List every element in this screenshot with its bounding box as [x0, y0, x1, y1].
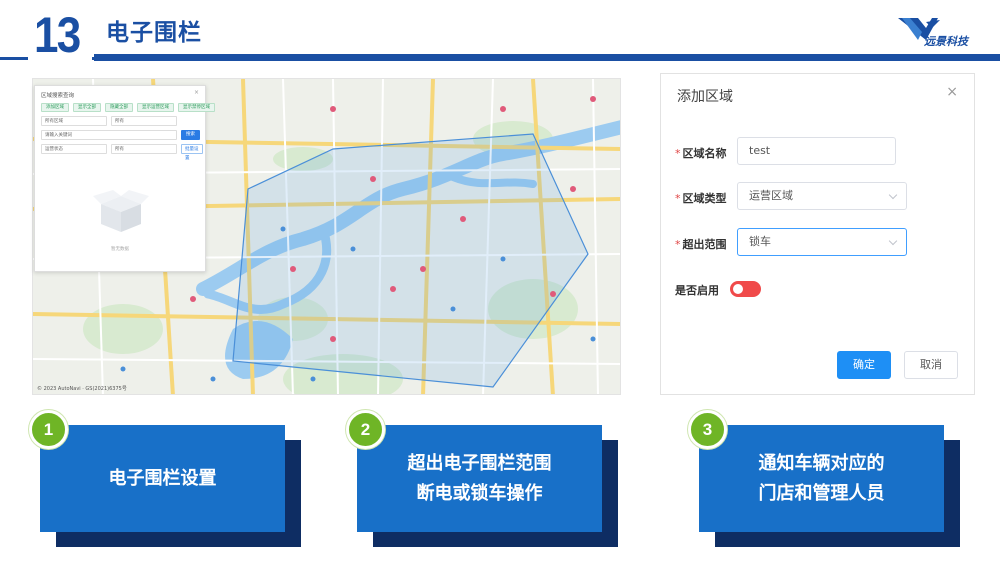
hide-all-button[interactable]: 隐藏全部 [105, 103, 133, 112]
section-number: 13 [34, 7, 81, 63]
show-operating-button[interactable]: 显示运营区域 [137, 103, 174, 112]
region-type-select[interactable]: 运营区域 [737, 182, 907, 210]
chevron-down-icon [888, 190, 898, 200]
map-attribution: © 2023 AutoNavi · GS(2021)6375号 [37, 386, 127, 392]
region-name-label: * 区域名称 [675, 147, 727, 160]
query-row-2: 运营状态 所有 批量设置 [41, 144, 203, 161]
status-value-select[interactable]: 所有 [111, 144, 177, 154]
search-button[interactable]: 搜索 [181, 130, 200, 140]
step-1-badge: 1 [29, 410, 68, 449]
dialog-title: 添加区域 [677, 89, 733, 105]
status-filter-select[interactable]: 运营状态 [41, 144, 107, 154]
chevron-down-icon [888, 236, 898, 246]
empty-state-text: 暂无数据 [111, 247, 129, 252]
show-all-button[interactable]: 显示全部 [73, 103, 101, 112]
query-row-1: 所有区域 所有 [41, 116, 177, 126]
batch-set-button[interactable]: 批量设置 [181, 144, 203, 161]
region-filter-select[interactable]: 所有区域 [41, 116, 107, 126]
out-of-range-value: 锁车 [749, 235, 771, 248]
step-2-card: 超出电子围栏范围 断电或锁车操作 [357, 425, 602, 532]
empty-box-icon [93, 190, 149, 232]
step-3-text: 通知车辆对应的 门店和管理人员 [758, 452, 885, 504]
confirm-button[interactable]: 确定 [837, 351, 891, 379]
region-type-value: 运营区域 [749, 189, 793, 202]
page-title: 电子围栏 [106, 20, 202, 46]
keyword-input[interactable]: 请输入关键词 [41, 130, 177, 140]
toggle-knob [733, 284, 743, 294]
step-3-card: 通知车辆对应的 门店和管理人员 [699, 425, 944, 532]
show-noparking-button[interactable]: 显示禁停区域 [178, 103, 215, 112]
add-region-button[interactable]: 添加区域 [41, 103, 69, 112]
close-icon[interactable]: × [946, 84, 958, 100]
query-row-keyword: 请输入关键词 搜索 [41, 130, 200, 140]
query-panel-title: 区域搜索查询 [41, 93, 75, 99]
out-of-range-select[interactable]: 锁车 [737, 228, 907, 256]
step-2-badge: 2 [346, 410, 385, 449]
out-of-range-label: * 超出范围 [675, 238, 727, 251]
cancel-button[interactable]: 取消 [904, 351, 958, 379]
query-panel-actions: 添加区域 显示全部 隐藏全部 显示运营区域 显示禁停区域 [41, 103, 215, 112]
logo-text: 远景科技 [924, 35, 968, 48]
region-type-label: * 区域类型 [675, 192, 727, 205]
add-region-dialog: 添加区域 × * 区域名称 test * 区域类型 运营区域 * 超出范围 锁车 是否… [660, 73, 975, 395]
enable-label: 是否启用 [675, 284, 719, 297]
type-filter-select[interactable]: 所有 [111, 116, 177, 126]
close-icon[interactable]: × [194, 89, 199, 96]
enable-toggle[interactable] [730, 281, 761, 297]
step-1-text: 电子围栏设置 [108, 467, 217, 489]
step-3-badge: 3 [688, 410, 727, 449]
region-name-input[interactable]: test [737, 137, 896, 165]
region-query-panel: 区域搜索查询 × 添加区域 显示全部 隐藏全部 显示运营区域 显示禁停区域 所有… [34, 85, 215, 272]
step-2-text: 超出电子围栏范围 断电或锁车操作 [407, 452, 552, 504]
step-1-card: 电子围栏设置 [40, 425, 285, 532]
header-rule-thick [94, 54, 1000, 61]
